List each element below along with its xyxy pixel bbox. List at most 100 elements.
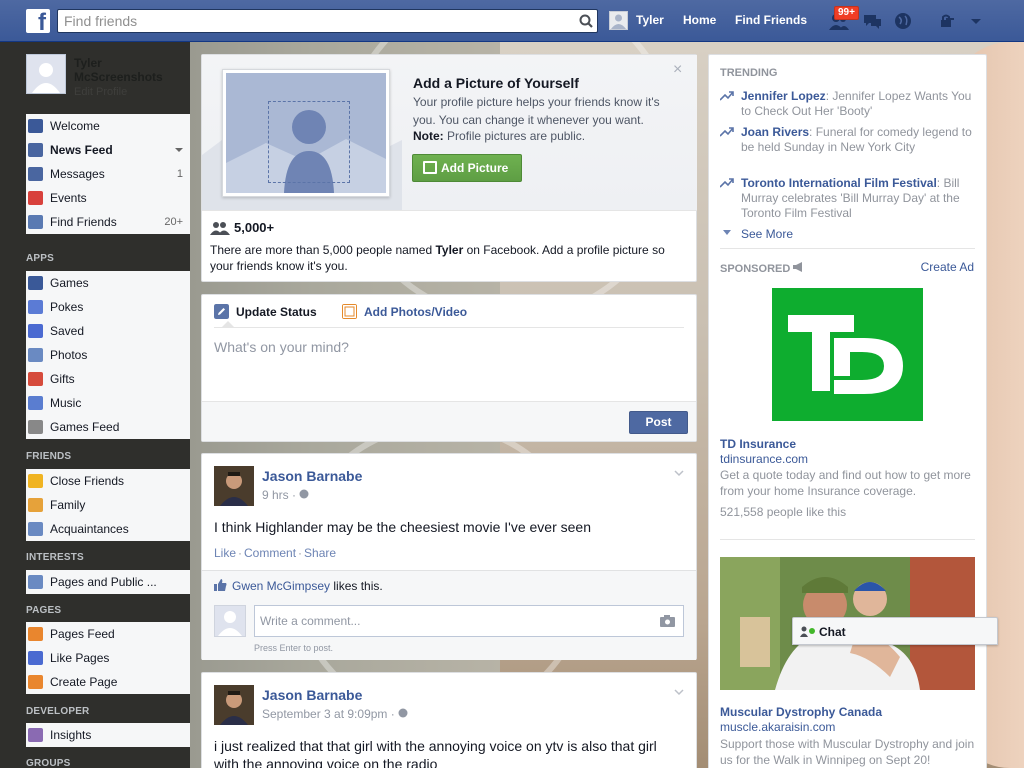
sidebar-item-close-friends[interactable]: Close Friends xyxy=(26,469,190,493)
sidebar-item-welcome[interactable]: Welcome xyxy=(26,114,190,138)
search-input[interactable] xyxy=(58,10,558,32)
status-input[interactable] xyxy=(214,339,684,379)
chevron-down-icon[interactable] xyxy=(674,687,684,697)
post-button[interactable]: Post xyxy=(629,411,688,434)
photos-icon xyxy=(28,348,43,362)
apps-section: Games Pokes Saved Photos Gifts Music Games Fee… xyxy=(26,271,190,439)
note-label: Note: xyxy=(413,129,444,143)
ad-title[interactable]: Muscular Dystrophy Canada xyxy=(720,705,882,719)
post-text: I think Highlander may be the cheesiest … xyxy=(214,519,591,535)
messages-icon xyxy=(28,167,43,181)
author-avatar[interactable] xyxy=(214,685,254,725)
search-bar xyxy=(57,9,598,33)
sidebar-item-pages-and-public[interactable]: Pages and Public ... xyxy=(26,570,190,594)
sidebar-item-games-feed[interactable]: Games Feed xyxy=(26,415,190,439)
chat-label: Chat xyxy=(819,625,846,639)
profile-avatar[interactable] xyxy=(26,54,66,94)
people-icon xyxy=(210,222,230,235)
globe-icon xyxy=(895,13,911,29)
globe-icon xyxy=(299,489,309,499)
comment-link[interactable]: Comment xyxy=(244,546,296,560)
sidebar-item-saved[interactable]: Saved xyxy=(26,319,190,343)
sidebar-item-messages[interactable]: Messages 1 xyxy=(26,162,190,186)
privacy-shortcuts-button[interactable] xyxy=(936,10,960,32)
sidebar-item-label: Create Page xyxy=(50,675,118,689)
feedback-section: Gwen McGimpsey likes this. Press Enter t… xyxy=(202,570,696,660)
pokes-icon xyxy=(28,300,43,314)
sidebar-item-pages-feed[interactable]: Pages Feed xyxy=(26,622,190,646)
sidebar-item-label: Games Feed xyxy=(50,420,120,434)
tab-update-status[interactable]: Update Status xyxy=(214,304,317,319)
sidebar-item-acquaintances[interactable]: Acquaintances xyxy=(26,517,190,541)
camera-icon[interactable] xyxy=(660,615,675,627)
post-actions: Like · Comment · Share xyxy=(214,546,337,560)
ad-url[interactable]: muscle.akaraisin.com xyxy=(720,720,835,734)
sidebar-item-create-page[interactable]: Create Page xyxy=(26,670,190,694)
search-button[interactable] xyxy=(575,10,597,32)
profile-picture-placeholder[interactable] xyxy=(222,69,390,197)
top-bar: f Tyler Home Find Friends 99+ xyxy=(0,0,1024,42)
messages-button[interactable] xyxy=(860,10,884,32)
liker-name[interactable]: Gwen McGimpsey xyxy=(232,579,330,593)
feed-story: Jason Barnabe September 3 at 9:09pm · i … xyxy=(201,672,697,768)
sidebar-item-news-feed[interactable]: News Feed xyxy=(26,138,190,162)
sidebar-item-label: Photos xyxy=(50,348,88,362)
post-timestamp[interactable]: September 3 at 9:09pm · xyxy=(262,707,408,721)
edit-profile-link[interactable]: Edit Profile xyxy=(74,86,127,98)
sidebar-item-photos[interactable]: Photos xyxy=(26,343,190,367)
sidebar-item-pokes[interactable]: Pokes xyxy=(26,295,190,319)
sidebar-item-events[interactable]: Events xyxy=(26,186,190,210)
nav-find-friends-link[interactable]: Find Friends xyxy=(735,13,807,27)
account-menu-button[interactable] xyxy=(966,10,990,32)
user-avatar[interactable] xyxy=(609,11,628,30)
photo-icon xyxy=(342,304,357,319)
ad-url[interactable]: tdinsurance.com xyxy=(720,452,808,466)
sidebar-item-gifts[interactable]: Gifts xyxy=(26,367,190,391)
press-enter-hint: Press Enter to post. xyxy=(254,643,334,653)
sidebar-item-find-friends[interactable]: Find Friends 20+ xyxy=(26,210,190,234)
see-more-link[interactable]: See More xyxy=(720,227,793,241)
interests-header: INTERESTS xyxy=(26,552,84,563)
trending-item[interactable]: Toronto International Film Festival: Bil… xyxy=(720,176,975,221)
create-ad-link[interactable]: Create Ad xyxy=(921,260,974,274)
feed-story: Jason Barnabe 9 hrs · I think Highlander… xyxy=(201,453,697,660)
sidebar-item-label: Saved xyxy=(50,324,85,338)
trending-item[interactable]: Joan Rivers: Funeral for comedy legend t… xyxy=(720,125,975,155)
sidebar-item-games[interactable]: Games xyxy=(26,271,190,295)
like-link[interactable]: Like xyxy=(214,546,236,560)
lock-shortcut-icon xyxy=(941,14,954,27)
td-insurance-logo[interactable] xyxy=(772,288,923,421)
developer-section: Insights xyxy=(26,723,190,747)
sidebar-item-label: Close Friends xyxy=(50,474,125,488)
trending-item[interactable]: Jennifer Lopez: Jennifer Lopez Wants You… xyxy=(720,89,975,119)
chevron-down-icon xyxy=(971,19,981,24)
profile-name[interactable]: Tyler McScreenshots xyxy=(74,56,190,84)
author-name[interactable]: Jason Barnabe xyxy=(262,687,362,703)
sidebar-item-insights[interactable]: Insights xyxy=(26,723,190,747)
sidebar-item-music[interactable]: Music xyxy=(26,391,190,415)
chevron-down-icon[interactable] xyxy=(175,148,183,152)
sidebar-item-like-pages[interactable]: Like Pages xyxy=(26,646,190,670)
tab-add-photos-video[interactable]: Add Photos/Video xyxy=(342,304,467,319)
commenter-avatar xyxy=(214,605,246,637)
chat-tab[interactable]: Chat xyxy=(792,617,998,645)
post-timestamp[interactable]: 9 hrs · xyxy=(262,488,309,502)
chevron-down-icon[interactable] xyxy=(674,468,684,478)
share-link[interactable]: Share xyxy=(304,546,336,560)
notifications-button[interactable] xyxy=(891,10,915,32)
nav-profile-link[interactable]: Tyler xyxy=(636,13,664,27)
author-name[interactable]: Jason Barnabe xyxy=(262,468,362,484)
nav-home-link[interactable]: Home xyxy=(683,13,716,27)
sidebar-item-family[interactable]: Family xyxy=(26,493,190,517)
comment-input[interactable] xyxy=(255,606,645,636)
sidebar-item-label: Find Friends xyxy=(50,215,117,229)
add-picture-button[interactable]: Add Picture xyxy=(412,154,522,182)
sidebar-item-label: News Feed xyxy=(50,143,113,157)
close-icon[interactable]: × xyxy=(673,61,682,79)
author-avatar[interactable] xyxy=(214,466,254,506)
facebook-logo-icon[interactable]: f xyxy=(26,9,50,33)
comment-box xyxy=(254,605,684,637)
ad-title[interactable]: TD Insurance xyxy=(720,437,796,451)
add-picture-note: Note: Profile pictures are public. xyxy=(413,129,585,143)
sidebar-profile[interactable]: Tyler McScreenshots Edit Profile xyxy=(26,54,190,104)
